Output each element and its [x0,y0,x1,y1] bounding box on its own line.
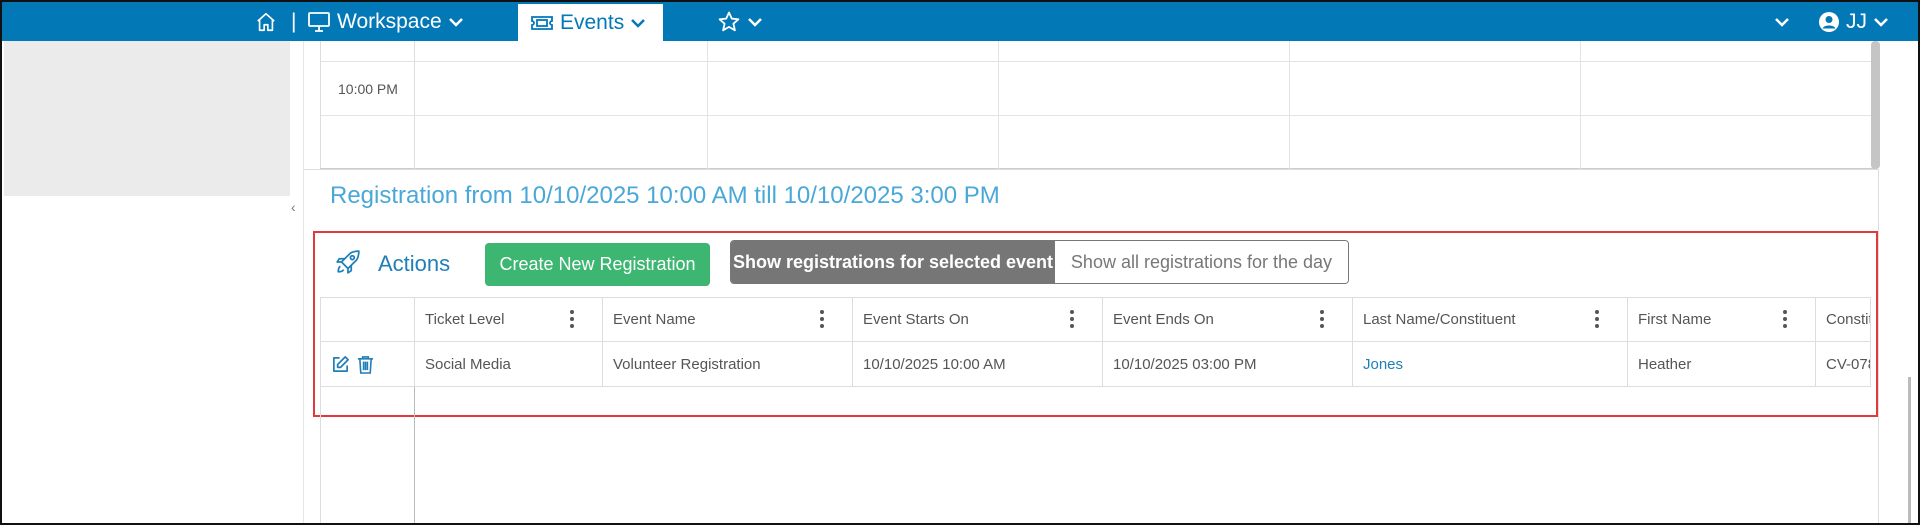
header-cell: Event Ends On [1103,298,1353,341]
registration-heading: Registration from 10/10/2025 10:00 AM ti… [330,182,1000,209]
events-label: Events [560,10,625,34]
column-header-label: Event Starts On [863,311,969,328]
column-header-label: Event Name [613,311,696,328]
column-menu-icon[interactable] [1595,310,1599,328]
header-cell: Event Starts On [853,298,1103,341]
section-divider [304,169,1878,170]
header-cell: Constituent [1816,298,1870,341]
cell-first-name: Heather [1628,342,1816,386]
events-menu[interactable]: Events [518,4,663,41]
calendar-gridline [1289,41,1290,169]
home-button[interactable] [255,2,277,41]
calendar-grid: 10:00 PM [320,41,1876,169]
star-icon [718,11,740,31]
cell-ticket-level: Social Media [415,342,603,386]
header-cell: Ticket Level [415,298,603,341]
more-menu-button[interactable] [1774,2,1790,41]
column-menu-icon[interactable] [820,310,824,328]
chevron-down-icon [748,17,762,27]
row-actions-cell [321,342,415,386]
create-new-registration-button[interactable]: Create New Registration [485,243,710,286]
calendar-gridline [321,115,1876,116]
column-header-label: Constituent [1826,311,1870,328]
column-header-label: First Name [1638,311,1712,328]
page-scrollbar[interactable] [1908,377,1911,523]
cell-constituent-id: CV-078 [1826,356,1870,373]
column-header-label: Event Ends On [1113,311,1214,328]
nav-separator: | [291,9,297,33]
column-header-label: Last Name/Constituent [1363,311,1516,328]
column-menu-icon[interactable] [1320,310,1324,328]
calendar-gridline [321,61,1876,62]
registration-filter-toggle: Show registrations for selected event Sh… [730,240,1349,284]
trash-icon[interactable] [357,355,374,374]
workspace-label: Workspace [337,9,442,33]
home-icon [257,12,275,31]
registrations-table: Ticket Level Event Name Event Starts On … [320,297,1871,387]
ticket-icon [531,15,553,30]
column-menu-icon[interactable] [1070,310,1074,328]
column-menu-icon[interactable] [570,310,574,328]
grid-border [414,387,415,523]
favorites-menu[interactable] [717,2,763,41]
rocket-icon [335,249,361,280]
cell-event-name: Volunteer Registration [603,342,853,386]
edit-icon[interactable] [331,355,350,374]
table-header-row: Ticket Level Event Name Event Starts On … [321,298,1870,342]
user-initials: JJ [1846,9,1867,33]
calendar-gridline [998,41,999,169]
monitor-icon [308,11,330,32]
header-cell: Event Name [603,298,853,341]
app-window: | Workspace Events JJ ‹ 10:00 PM Registr… [0,0,1920,525]
chevron-down-icon [1775,17,1789,27]
column-menu-icon[interactable] [1783,310,1787,328]
content-border [1878,169,1879,523]
cell-event-ends-on: 10/10/2025 03:00 PM [1103,342,1353,386]
show-selected-event-button[interactable]: Show registrations for selected event [731,241,1055,283]
panel-collapse-handle[interactable] [290,41,304,523]
chevron-left-icon[interactable]: ‹ [291,199,296,215]
table-row[interactable]: Social Media Volunteer Registration 10/1… [321,342,1870,386]
cell-last-name-link[interactable]: Jones [1353,342,1628,386]
header-cell: First Name [1628,298,1816,341]
cell-event-starts-on: 10/10/2025 10:00 AM [853,342,1103,386]
chevron-down-icon [631,18,646,28]
chevron-down-icon [448,17,463,27]
header-cell-actions [321,298,415,341]
chevron-down-icon [1874,17,1888,27]
top-nav-bar: | Workspace Events JJ [2,2,1918,41]
column-header-label: Ticket Level [425,311,505,328]
calendar-gridline [707,41,708,169]
user-avatar-icon [1819,11,1839,32]
left-panel [4,41,290,196]
calendar-gridline [1580,41,1581,169]
workspace-menu[interactable]: Workspace [307,2,464,41]
user-menu[interactable]: JJ [1818,2,1889,41]
actions-label: Actions [378,251,451,276]
calendar-scrollbar[interactable] [1871,41,1880,169]
time-slot-label: 10:00 PM [338,81,398,97]
show-all-day-button[interactable]: Show all registrations for the day [1055,241,1348,283]
header-cell: Last Name/Constituent [1353,298,1628,341]
grid-border [320,387,321,523]
